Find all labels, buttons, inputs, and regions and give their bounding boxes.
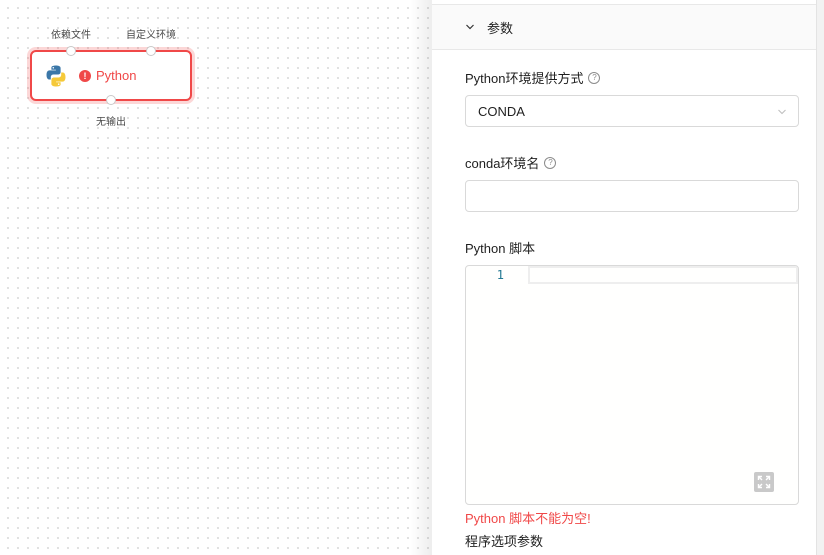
python-logo-icon bbox=[46, 65, 66, 86]
expand-icon bbox=[757, 475, 771, 489]
output-port[interactable] bbox=[106, 95, 116, 105]
chevron-down-icon bbox=[466, 24, 474, 30]
conda-env-input[interactable] bbox=[465, 180, 799, 212]
python-node[interactable]: ! Python bbox=[30, 50, 192, 101]
section-title: 参数 bbox=[487, 20, 514, 36]
input-port-dependency[interactable] bbox=[66, 46, 76, 56]
conda-env-label: conda环境名 ? bbox=[465, 153, 557, 172]
env-provider-value: CONDA bbox=[478, 103, 525, 119]
input-port-label-custom-env: 自定义环境 bbox=[126, 30, 176, 41]
node-title: Python bbox=[96, 68, 137, 83]
params-section-header[interactable]: 参数 bbox=[432, 4, 816, 50]
python-script-editor[interactable]: 1 bbox=[465, 265, 799, 505]
fullscreen-button[interactable] bbox=[754, 472, 774, 492]
properties-panel: 参数 Python环境提供方式 ? CONDA conda环境名 ? Pytho… bbox=[432, 0, 824, 555]
program-options-label: 程序选项参数 bbox=[465, 534, 544, 549]
line-number: 1 bbox=[496, 268, 504, 282]
workflow-canvas[interactable]: 依赖文件 自定义环境 ! Python 无输出 bbox=[0, 0, 432, 555]
help-icon[interactable]: ? bbox=[588, 71, 601, 84]
input-port-label-dependency: 依赖文件 bbox=[51, 30, 91, 41]
error-icon: ! bbox=[79, 69, 91, 82]
chevron-down-icon bbox=[778, 109, 786, 115]
script-error-message: Python 脚本不能为空! bbox=[465, 511, 591, 526]
env-provider-select[interactable]: CONDA bbox=[465, 95, 799, 127]
panel-scrollbar-track[interactable] bbox=[816, 0, 824, 555]
output-port-label: 无输出 bbox=[96, 117, 126, 128]
script-label-text: Python 脚本 bbox=[465, 241, 536, 256]
help-icon[interactable]: ? bbox=[544, 156, 557, 169]
current-line-highlight bbox=[528, 266, 798, 284]
panel-shadow bbox=[410, 0, 432, 555]
env-provider-label: Python环境提供方式 ? bbox=[465, 68, 601, 87]
conda-env-label-text: conda环境名 bbox=[465, 156, 540, 171]
env-provider-label-text: Python环境提供方式 bbox=[465, 71, 584, 86]
script-label: Python 脚本 bbox=[465, 238, 535, 257]
input-port-custom-env[interactable] bbox=[146, 46, 156, 56]
